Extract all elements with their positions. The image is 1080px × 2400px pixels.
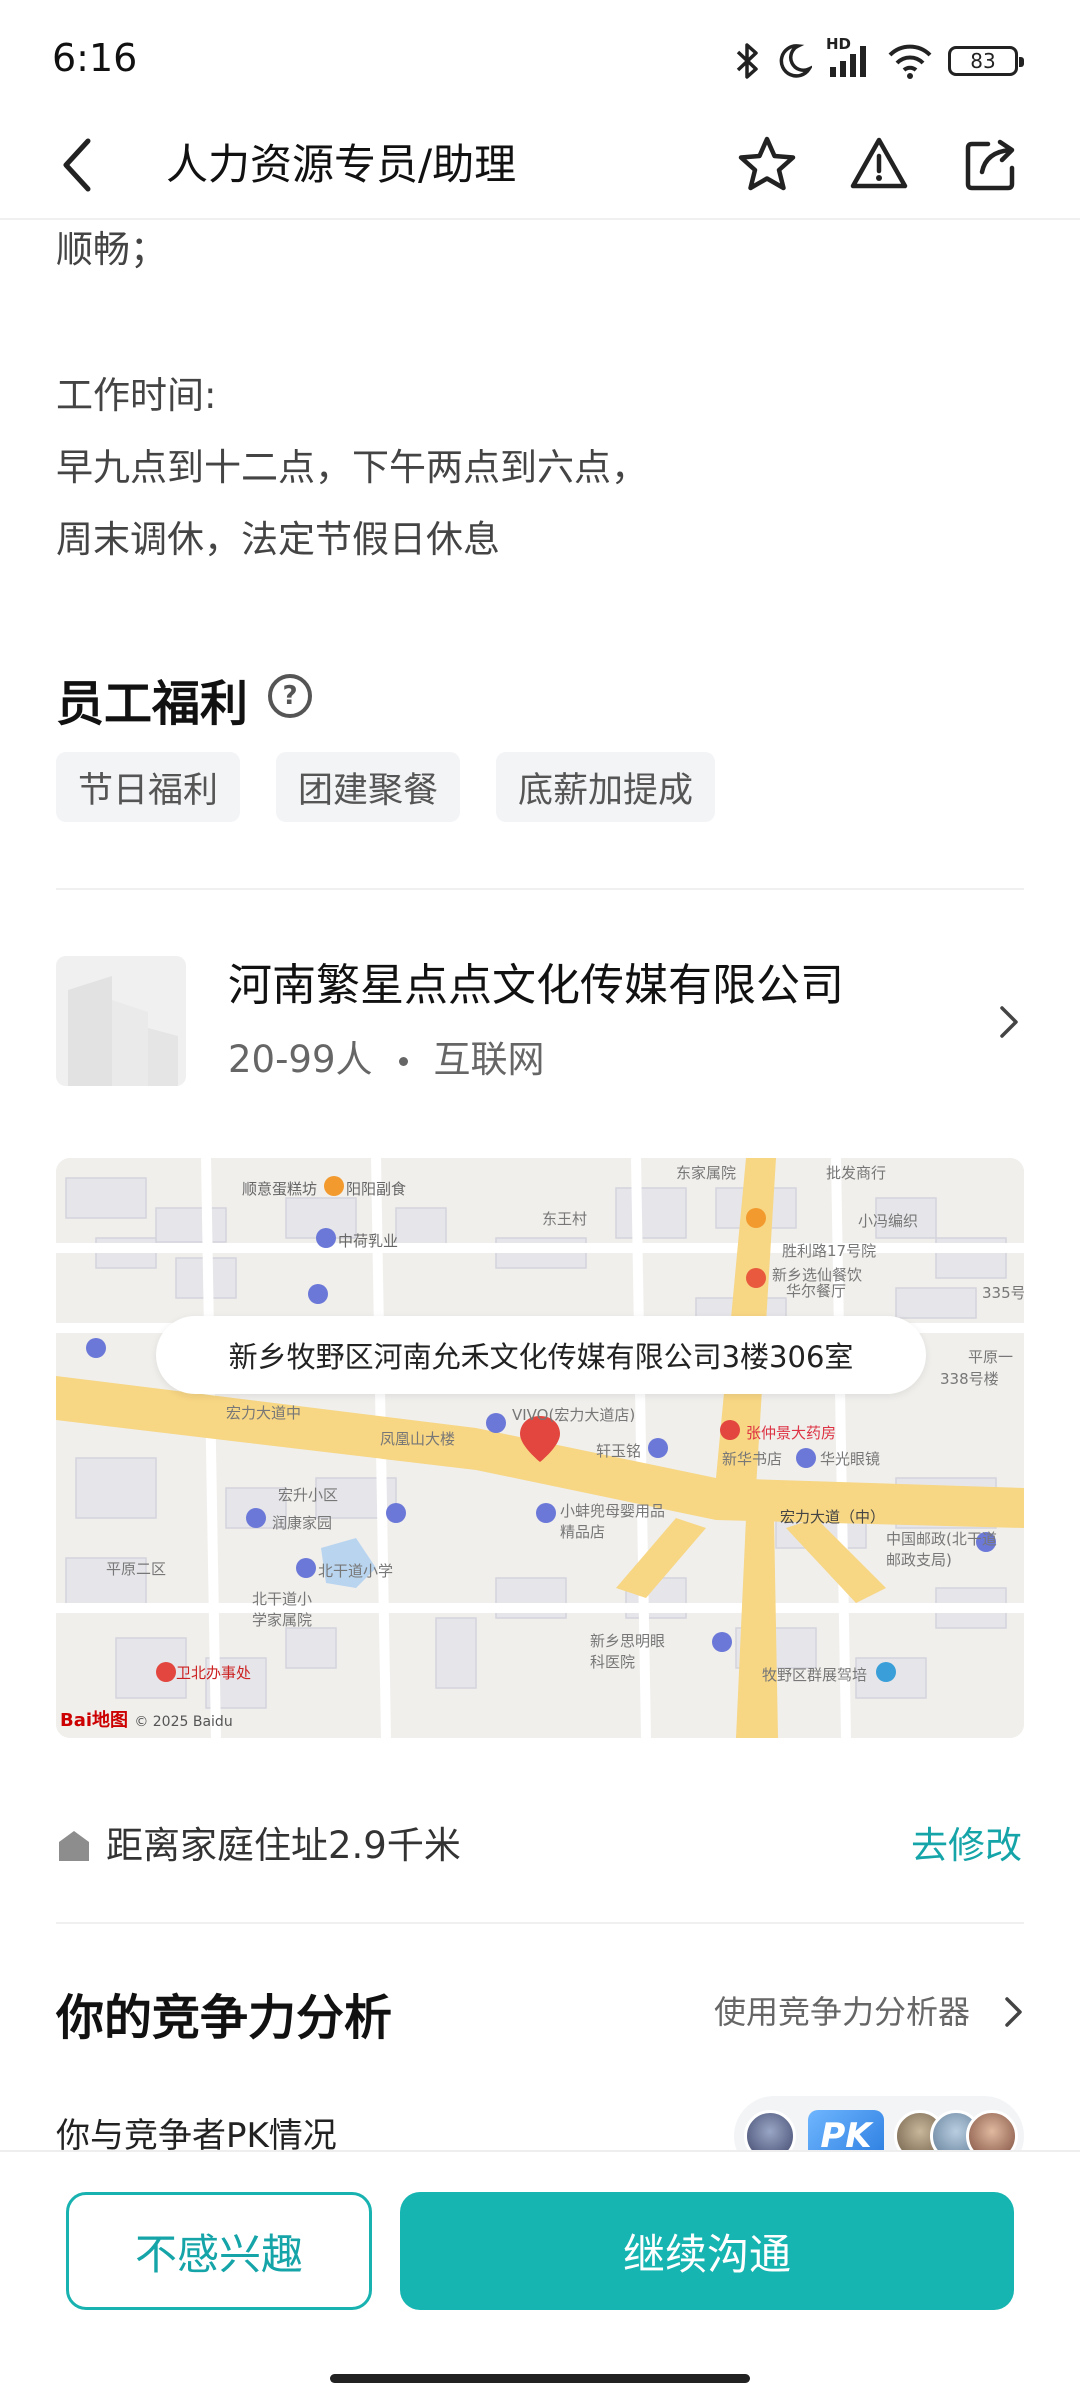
location-map[interactable]: 顺意蛋糕坊 阳阳副食 东王村 东家属院 批发商行 小冯编织 中荷乳业 胜利路17…: [56, 1158, 1024, 1738]
map-label: 平原二区: [106, 1560, 167, 1578]
map-copyright: © 2025 Baidu: [134, 1714, 233, 1730]
battery-level: 83: [970, 49, 996, 73]
chevron-right-icon: [1000, 1006, 1018, 1038]
map-label: 顺意蛋糕坊: [242, 1180, 318, 1198]
map-label: 宏力大道中: [226, 1404, 302, 1422]
top-nav: 人力资源专员/助理: [0, 110, 1080, 220]
moon-icon: [776, 41, 812, 81]
map-label: 牧野区群展驾培: [762, 1666, 868, 1684]
chevron-left-icon: [63, 138, 91, 192]
map-label: 卫北办事处: [176, 1664, 252, 1682]
benefit-tag: 底薪加提成: [496, 752, 716, 822]
network-label: HD: [826, 35, 852, 53]
map-label: 华尔餐厅: [786, 1282, 847, 1300]
divider: [56, 888, 1024, 890]
map-label: 轩玉铭: [596, 1442, 642, 1460]
map-brand-suffix: 地图: [92, 1710, 129, 1731]
map-label: 华光眼镜: [820, 1450, 881, 1468]
company-detail-button[interactable]: [996, 1002, 1022, 1046]
map-brand-text: Bai: [60, 1710, 93, 1731]
home-indicator[interactable]: [330, 2374, 750, 2383]
competitiveness-title: 你的竞争力分析: [56, 1990, 393, 2046]
report-button[interactable]: [840, 126, 918, 204]
company-meta: 20-99人 互联网: [228, 1030, 545, 1090]
map-label: 平原一: [968, 1348, 1014, 1366]
distance-text: 距离家庭住址2.9千米: [106, 1824, 461, 1867]
map-brand-logo: Bai地图 © 2025 Baidu: [60, 1706, 233, 1732]
chevron-right-icon: [1005, 1997, 1022, 2027]
map-label: 润康家园: [272, 1514, 333, 1532]
home-icon: [56, 1828, 92, 1868]
bluetooth-icon: [732, 41, 762, 81]
wifi-icon: [886, 41, 934, 81]
share-button[interactable]: [952, 126, 1030, 204]
page-title: 人力资源专员/助理: [166, 140, 517, 189]
signal-icon: HD: [826, 35, 872, 81]
help-icon[interactable]: ?: [268, 674, 312, 718]
status-time: 6:16: [52, 36, 138, 80]
map-label: 338号楼: [940, 1370, 999, 1388]
benefit-tag: 节日福利: [56, 752, 241, 822]
map-label: 小冯编织: [858, 1212, 919, 1230]
benefits-title: 员工福利: [56, 676, 249, 732]
warning-icon: [850, 137, 908, 189]
map-label: 北干道小学: [318, 1562, 394, 1580]
map-label: 宏升小区: [278, 1486, 339, 1504]
map-label: 335号: [982, 1284, 1024, 1302]
company-size: 20-99人: [228, 1038, 373, 1081]
separator-dot: [398, 1057, 408, 1066]
edit-address-link[interactable]: 去修改: [911, 1816, 1022, 1876]
map-label: 阳阳副食: [346, 1180, 407, 1198]
map-label: 东家属院: [676, 1164, 737, 1182]
company-name[interactable]: 河南繁星点点文化传媒有限公司: [228, 956, 844, 1016]
map-label: 宏力大道（中）: [780, 1508, 886, 1526]
description-line: 周末调休，法定节假日休息: [56, 518, 500, 561]
continue-chat-button[interactable]: 继续沟通: [400, 2192, 1014, 2310]
map-label: 胜利路17号院: [782, 1242, 877, 1260]
star-icon: [738, 136, 796, 191]
description-line: 工作时间:: [56, 374, 217, 417]
map-label: 东王村: [542, 1210, 588, 1228]
divider: [56, 1922, 1024, 1924]
bottom-action-bar: 不感兴趣 继续沟通: [0, 2150, 1080, 2400]
company-logo[interactable]: [56, 956, 186, 1086]
description-line: 顺畅；: [56, 228, 167, 271]
competitiveness-arrow[interactable]: [1002, 1994, 1026, 2034]
map-label: VIVO(宏力大道店): [512, 1406, 636, 1424]
map-label: 新乡思明眼科医院: [590, 1632, 666, 1671]
not-interested-button[interactable]: 不感兴趣: [66, 2192, 372, 2310]
favorite-button[interactable]: [728, 126, 806, 204]
share-icon: [965, 139, 1015, 191]
map-address-bubble[interactable]: 新乡牧野区河南允禾文化传媒有限公司3楼306室: [156, 1316, 926, 1394]
company-industry: 互联网: [433, 1038, 545, 1081]
back-button[interactable]: [56, 130, 116, 200]
map-label: 中荷乳业: [338, 1232, 399, 1250]
map-label: 批发商行: [826, 1164, 887, 1182]
map-label: 小蚌兜母婴用品精品店: [560, 1502, 666, 1541]
map-label: 新华书店: [722, 1450, 783, 1468]
map-label: 中国邮政(北干道邮政支局): [886, 1530, 997, 1569]
battery-icon: 83: [948, 46, 1024, 76]
status-bar: 6:16 HD 83: [0, 0, 1080, 110]
map-label: 张仲景大药房: [746, 1424, 837, 1442]
map-label: 北干道小学家属院: [252, 1590, 313, 1629]
status-icons: HD 83: [732, 35, 1024, 86]
benefit-tag: 团建聚餐: [276, 752, 461, 822]
building-icon: [56, 956, 186, 1086]
competitiveness-analyzer-link[interactable]: 使用竞争力分析器: [714, 1986, 970, 2038]
description-line: 早九点到十二点，下午两点到六点，: [56, 446, 648, 489]
map-label: 凤凰山大楼: [380, 1430, 456, 1448]
